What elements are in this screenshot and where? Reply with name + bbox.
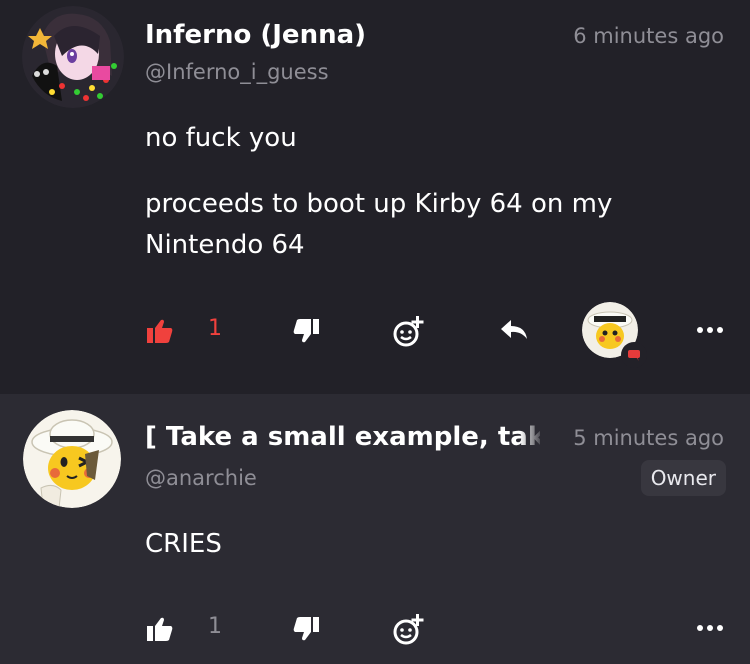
like-count: 1 xyxy=(208,614,222,639)
avatar-anarchie[interactable] xyxy=(23,410,121,508)
thumbs-down-icon xyxy=(293,617,319,641)
comment-text-line-1: CRIES xyxy=(145,529,222,559)
avatar-inferno[interactable] xyxy=(22,6,124,108)
owner-badge: Owner xyxy=(640,460,726,496)
comment-text-line-1: no fuck you xyxy=(145,123,297,153)
reply-button[interactable] xyxy=(498,316,530,344)
like-count: 1 xyxy=(208,316,222,341)
author-handle[interactable]: @anarchie xyxy=(145,466,257,490)
more-icon xyxy=(697,327,723,333)
avatar-inferno-image xyxy=(22,6,124,108)
comment-text-line-2: proceeds to boot up Kirby 64 on my Ninte… xyxy=(145,189,613,260)
reaction-badge xyxy=(621,342,647,368)
author-name[interactable]: Inferno (Jenna) xyxy=(145,20,366,50)
add-reaction-icon xyxy=(393,316,424,347)
reply-icon xyxy=(501,320,527,339)
avatar-anarchie-image xyxy=(23,410,121,508)
thumbs-up-icon xyxy=(147,617,173,641)
comment-1: Inferno (Jenna) @Inferno_i_guess 6 minut… xyxy=(0,0,750,394)
dislike-button[interactable] xyxy=(291,316,321,346)
add-reaction-icon xyxy=(393,614,424,645)
timestamp: 6 minutes ago xyxy=(573,24,724,48)
like-button[interactable] xyxy=(145,614,175,644)
more-button[interactable] xyxy=(694,318,726,342)
thumbs-down-icon xyxy=(293,319,319,343)
dislike-button[interactable] xyxy=(291,614,321,644)
timestamp: 5 minutes ago xyxy=(573,426,724,450)
more-icon xyxy=(697,625,723,631)
name-truncation-fade xyxy=(520,418,544,458)
author-handle[interactable]: @Inferno_i_guess xyxy=(145,60,329,84)
author-name[interactable]: [ Take a small example, take xyxy=(145,422,540,452)
add-reaction-button[interactable] xyxy=(392,612,426,646)
add-reaction-button[interactable] xyxy=(392,314,426,348)
comment-2: [ Take a small example, take @anarchie 5… xyxy=(0,394,750,664)
more-button[interactable] xyxy=(694,616,726,640)
comment-reaction-icon xyxy=(628,350,640,361)
like-button[interactable] xyxy=(145,316,175,346)
thumbs-up-icon xyxy=(147,319,173,343)
